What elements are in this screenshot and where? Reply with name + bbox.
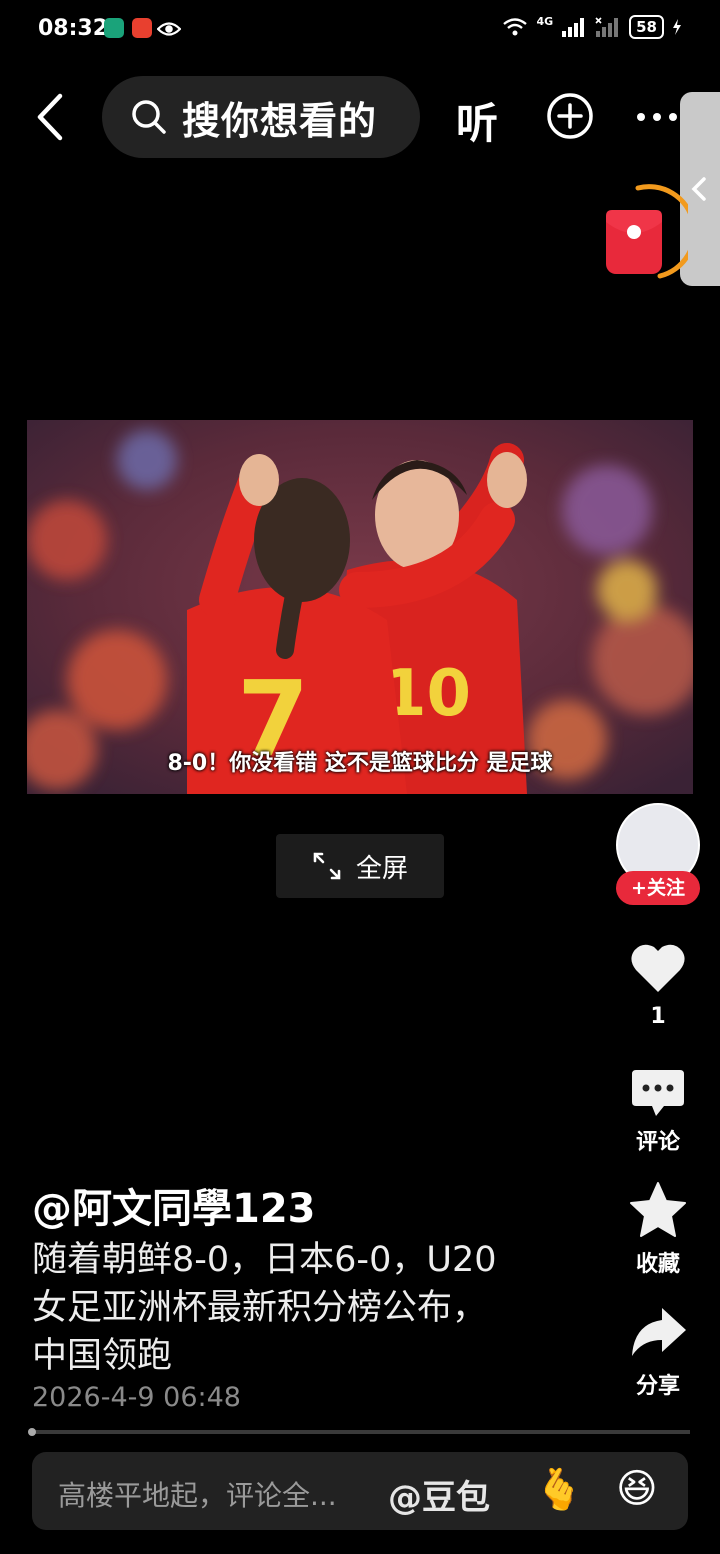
expand-icon <box>313 852 341 880</box>
eye-icon <box>157 22 181 36</box>
more-icon[interactable] <box>636 112 682 122</box>
comment-label: 评论 <box>635 1130 680 1155</box>
add-circle-icon[interactable] <box>545 91 595 141</box>
like-count: 1 <box>650 1004 666 1029</box>
app-notification-icon <box>104 18 124 38</box>
chevron-left-icon <box>691 177 706 201</box>
share-arrow-icon[interactable] <box>628 1302 688 1362</box>
favorite-label: 收藏 <box>635 1252 680 1277</box>
comment-placeholder: 高楼平地起，评论全... <box>58 1479 337 1512</box>
wifi-icon <box>503 18 528 36</box>
author-name[interactable]: @阿文同學123 <box>32 1176 316 1234</box>
progress-handle[interactable] <box>28 1428 36 1436</box>
battery-indicator: 58 <box>629 15 664 39</box>
description-line: 随着朝鲜8-0，日本6-0，U20 <box>32 1240 497 1280</box>
video-frame-image: 10 7 <box>27 420 693 794</box>
signal-icon <box>562 18 585 37</box>
video-subtitle: 8-0！你没看错 这不是篮球比分 是足球 <box>167 751 553 776</box>
network-type: 4G <box>536 14 554 28</box>
video-progress-bar[interactable] <box>30 1430 690 1434</box>
search-bar[interactable]: 搜你想看的 <box>102 76 420 158</box>
share-label: 分享 <box>635 1374 680 1399</box>
fullscreen-label: 全屏 <box>355 853 408 884</box>
post-date: 2026-4-9 06:48 <box>32 1382 241 1413</box>
video-player[interactable]: 10 7 <box>27 420 693 794</box>
signal-icon-secondary <box>595 17 619 37</box>
app-notification-icon <box>132 18 152 38</box>
status-time: 08:32 <box>38 16 109 41</box>
star-icon[interactable] <box>628 1180 688 1240</box>
comment-icon[interactable] <box>628 1064 688 1124</box>
laughing-emoji-button[interactable]: 😆 <box>616 1466 658 1512</box>
mention-doubao-button[interactable]: @豆包 <box>388 1470 490 1519</box>
description-line: 女足亚洲杯最新积分榜公布， <box>32 1288 488 1328</box>
red-packet-icon[interactable] <box>598 182 688 282</box>
search-icon <box>132 100 166 134</box>
status-bar: 08:32 4G 58 <box>0 0 720 60</box>
status-right-group: 4G 58 <box>502 15 682 39</box>
comment-input-bar[interactable]: 高楼平地起，评论全... @豆包 🫰 😆 <box>32 1452 688 1530</box>
description-line: 中国领跑 <box>32 1336 173 1376</box>
charging-icon <box>673 19 681 35</box>
fullscreen-button[interactable]: 全屏 <box>276 834 444 898</box>
back-arrow-icon[interactable] <box>32 92 72 142</box>
follow-button[interactable]: +关注 <box>616 871 700 905</box>
post-description: 随着朝鲜8-0，日本6-0，U20 女足亚洲杯最新积分榜公布， 中国领跑 <box>32 1236 592 1380</box>
heart-icon[interactable] <box>628 938 688 998</box>
listen-button[interactable]: 听 <box>456 90 498 151</box>
search-placeholder: 搜你想看的 <box>182 98 378 143</box>
finger-heart-emoji-button[interactable]: 🫰 <box>534 1466 584 1513</box>
